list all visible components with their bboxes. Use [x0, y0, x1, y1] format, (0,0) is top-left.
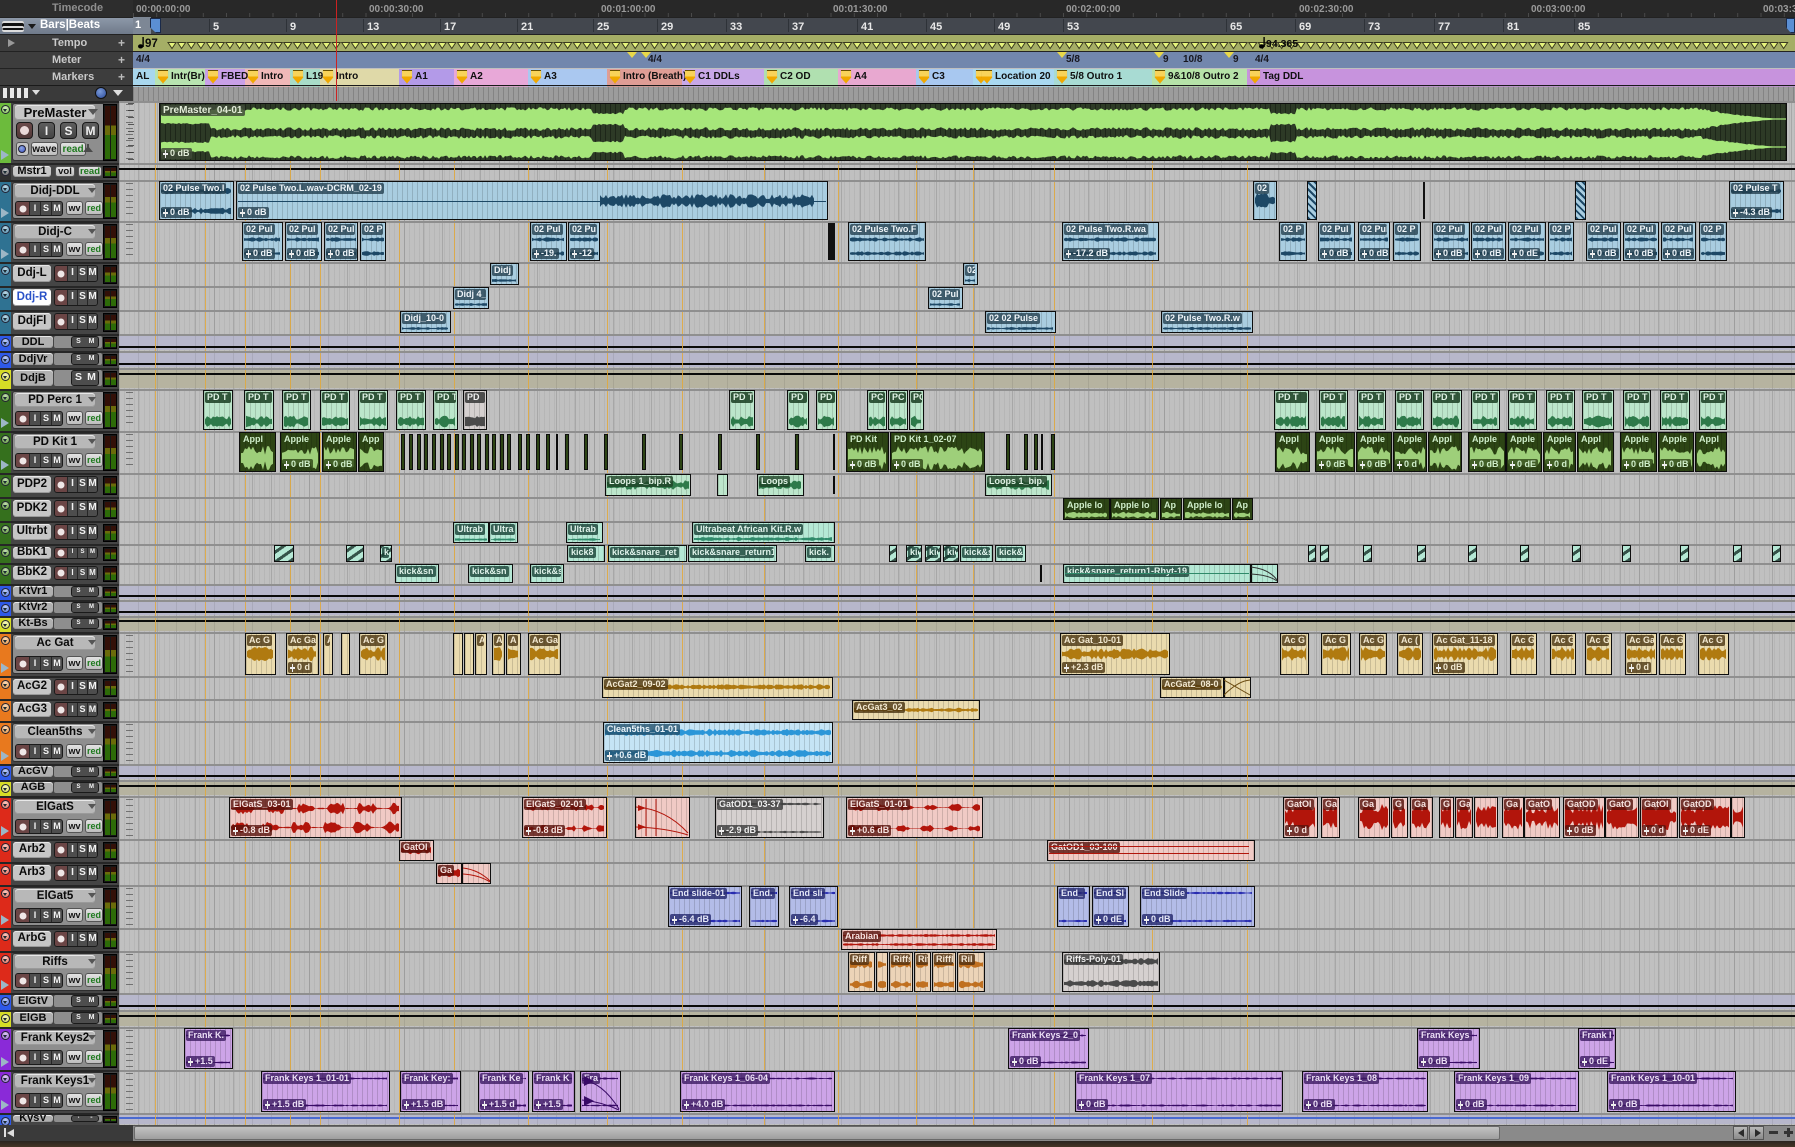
svg-text:49: 49	[998, 21, 1010, 33]
svg-text:00:02:00:00: 00:02:00:00	[1066, 4, 1121, 15]
svg-text:00:02:30:00: 00:02:30:00	[1299, 4, 1354, 15]
svg-text:65: 65	[1230, 21, 1242, 33]
svg-text:77: 77	[1438, 21, 1450, 33]
svg-text:37: 37	[792, 21, 804, 33]
svg-text:69: 69	[1299, 21, 1311, 33]
svg-text:25: 25	[597, 21, 609, 33]
svg-text:17: 17	[444, 21, 456, 33]
svg-text:33: 33	[730, 21, 742, 33]
svg-text:00:03:00:00: 00:03:00:00	[1531, 4, 1586, 15]
svg-text:00:00:00:00: 00:00:00:00	[136, 4, 191, 15]
svg-text:45: 45	[930, 21, 942, 33]
svg-text:00:01:30:00: 00:01:30:00	[833, 4, 888, 15]
svg-text:5: 5	[213, 21, 219, 33]
svg-text:73: 73	[1368, 21, 1380, 33]
svg-text:13: 13	[367, 21, 379, 33]
svg-text:41: 41	[861, 21, 873, 33]
svg-text:21: 21	[521, 21, 533, 33]
svg-text:00:03:3: 00:03:3	[1763, 4, 1795, 15]
svg-text:29: 29	[661, 21, 673, 33]
svg-text:81: 81	[1507, 21, 1519, 33]
svg-text:00:00:30:00: 00:00:30:00	[369, 4, 424, 15]
svg-text:00:01:00:00: 00:01:00:00	[601, 4, 656, 15]
svg-text:53: 53	[1067, 21, 1079, 33]
svg-text:85: 85	[1578, 21, 1590, 33]
svg-text:9: 9	[290, 21, 296, 33]
